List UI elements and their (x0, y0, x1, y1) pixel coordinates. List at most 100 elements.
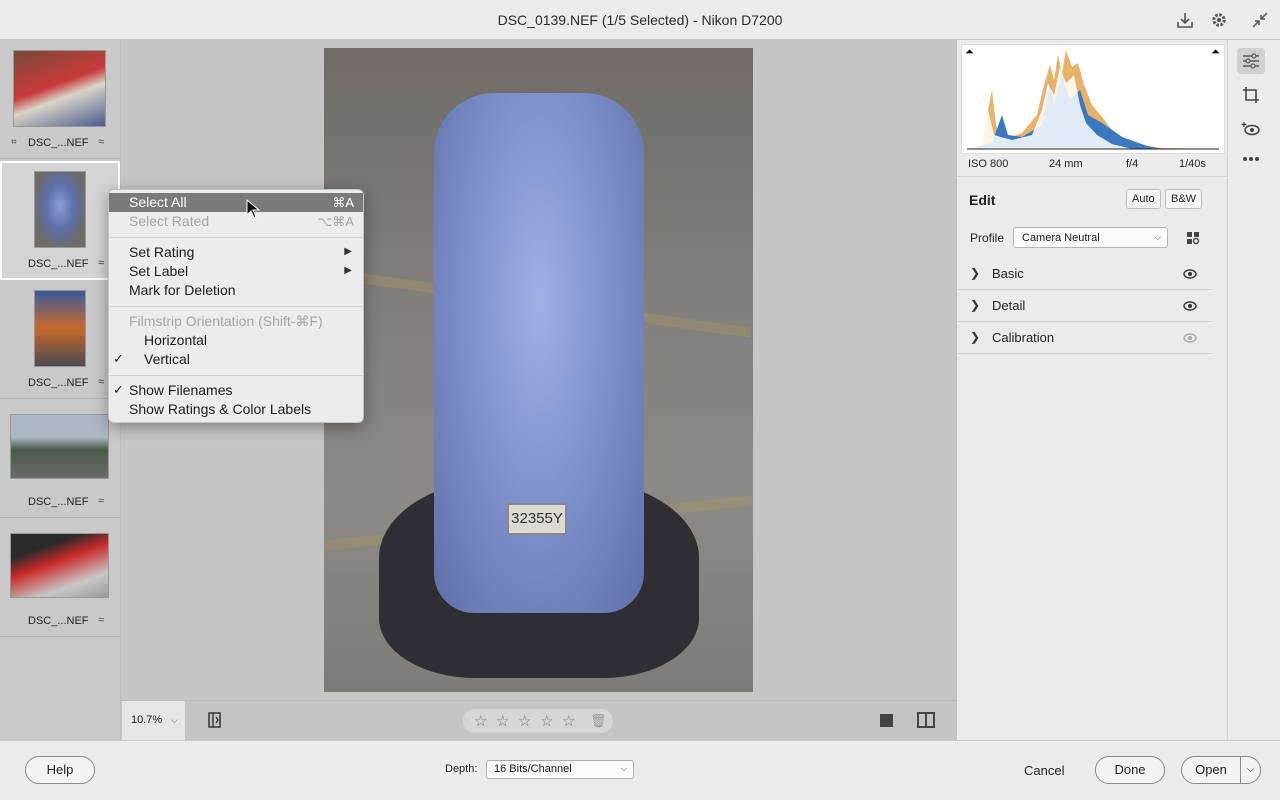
profile-select[interactable]: Camera Neutral ⌵ (1013, 227, 1168, 248)
adjustments-icon: ≈ (98, 257, 105, 269)
menu-separator (109, 237, 363, 238)
star-icon[interactable]: ☆ (496, 712, 509, 730)
profile-label: Profile (970, 231, 1005, 245)
menu-item-show-ratings[interactable]: Show Ratings & Color Labels (109, 400, 363, 419)
filmstrip-item[interactable]: DSC_...NEF ≈ (0, 161, 120, 280)
thumbnail-image (10, 533, 109, 598)
auto-button[interactable]: Auto (1126, 189, 1161, 209)
star-icon[interactable]: ☆ (474, 712, 487, 730)
chevron-right-icon: ❯ (970, 266, 981, 280)
eye-icon[interactable] (1183, 267, 1197, 281)
histogram: ⏶ ⏶ (961, 44, 1225, 154)
menu-item-set-rating[interactable]: Set Rating ▶ (109, 243, 363, 262)
help-button[interactable]: Help (25, 756, 95, 784)
menu-item-mark-deletion[interactable]: Mark for Deletion (109, 281, 363, 300)
preview-image: 32355Y (324, 48, 753, 692)
adjustments-icon: ≈ (98, 376, 105, 388)
edit-section-title: Edit (969, 192, 996, 208)
bw-button[interactable]: B&W (1165, 189, 1203, 209)
single-view-icon[interactable] (880, 714, 893, 727)
menu-item-label: Horizontal (144, 332, 208, 348)
filmstrip-item[interactable]: ⌗ DSC_...NEF ≈ (0, 40, 120, 159)
section-label: Detail (992, 298, 1026, 313)
zoom-select[interactable]: 10.7% ⌵ (122, 701, 185, 740)
thumbnail-filename: DSC_...NEF (28, 496, 89, 508)
title-bar: DSC_0139.NEF (1/5 Selected) - Nikon D720… (0, 0, 1280, 40)
star-icon[interactable]: ☆ (540, 712, 553, 730)
thumbnail-image (13, 50, 106, 127)
menu-item-select-rated: Select Rated ⌥⌘A (109, 212, 363, 231)
open-button[interactable]: Open (1181, 756, 1241, 784)
open-options-chevron-icon[interactable]: ⌵ (1240, 756, 1261, 784)
thumbnail-filename: DSC_...NEF (28, 258, 89, 270)
rating-control: ☆ ☆ ☆ ☆ ☆ 🗑 (463, 709, 613, 733)
exit-fullscreen-icon[interactable] (1249, 9, 1271, 31)
filmstrip-item[interactable]: DSC_...NEF ≈ (0, 280, 120, 399)
footer-bar: Help Depth: 16 Bits/Channel ⌵ Cancel Don… (0, 740, 1280, 800)
gear-icon[interactable] (1208, 9, 1230, 31)
section-calibration[interactable]: ❯ Calibration (957, 322, 1212, 354)
chevron-down-icon: ⌵ (620, 764, 627, 773)
thumbnail-filename: DSC_...NEF (28, 615, 89, 627)
star-icon[interactable]: ☆ (518, 712, 531, 730)
chevron-right-icon: ❯ (970, 330, 981, 344)
thumbnail-image (34, 171, 86, 248)
filmstrip-context-menu: Select All ⌘A Select Rated ⌥⌘A Set Ratin… (108, 189, 364, 423)
thumbnail-filename: DSC_...NEF (28, 377, 89, 389)
filmstrip-item[interactable]: DSC_...NEF ≈ (0, 518, 120, 637)
compare-view-icon[interactable] (917, 712, 935, 728)
filmstrip-item[interactable]: DSC_...NEF ≈ (0, 399, 120, 518)
filmstrip: ⌗ DSC_...NEF ≈ DSC_...NEF ≈ DSC_...NEF ≈… (0, 40, 121, 740)
section-basic[interactable]: ❯ Basic (957, 258, 1212, 290)
star-icon[interactable]: ☆ (562, 712, 575, 730)
shadow-clipping-icon[interactable]: ⏶ (965, 46, 974, 59)
trash-icon[interactable]: 🗑 (590, 713, 607, 729)
thumbnail-image (10, 414, 109, 479)
eye-icon[interactable] (1183, 331, 1197, 345)
menu-item-label: Show Filenames (129, 382, 233, 398)
done-button[interactable]: Done (1095, 756, 1165, 784)
depth-label: Depth: (445, 763, 478, 775)
depth-value: 16 Bits/Channel (494, 763, 572, 775)
menu-separator (109, 306, 363, 307)
crop-rotate-icon[interactable] (1237, 82, 1265, 108)
more-options-icon[interactable] (1237, 146, 1265, 172)
iso-value: ISO 800 (968, 158, 1009, 170)
chevron-right-icon: ❯ (970, 298, 981, 312)
adjustments-icon: ≈ (98, 495, 105, 507)
divider (957, 176, 1228, 177)
red-eye-icon[interactable] (1237, 116, 1265, 142)
menu-item-show-filenames[interactable]: ✓ Show Filenames (109, 381, 363, 400)
menu-item-set-label[interactable]: Set Label ▶ (109, 262, 363, 281)
edit-sliders-icon[interactable] (1237, 48, 1265, 74)
menu-item-horizontal[interactable]: Horizontal (109, 331, 363, 350)
cancel-button[interactable]: Cancel (1024, 763, 1064, 778)
license-plate: 32355Y (507, 503, 567, 535)
depth-select[interactable]: 16 Bits/Channel ⌵ (486, 760, 634, 779)
menu-item-label: Show Ratings & Color Labels (129, 401, 312, 417)
submenu-arrow-icon: ▶ (344, 265, 352, 276)
crop-icon: ⌗ (11, 137, 17, 148)
menu-item-vertical[interactable]: ✓ Vertical (109, 350, 363, 369)
adjustments-icon: ≈ (98, 614, 105, 626)
filmstrip-toggle-icon[interactable] (207, 711, 225, 729)
save-image-icon[interactable] (1174, 9, 1196, 31)
menu-separator (109, 375, 363, 376)
menu-header-orientation: Filmstrip Orientation (Shift-⌘F) (109, 312, 363, 331)
menu-item-label: Select All (129, 194, 187, 210)
menu-item-label: Set Rating (129, 244, 195, 260)
checkmark-icon: ✓ (113, 382, 124, 397)
profile-browser-icon[interactable] (1186, 231, 1200, 245)
menu-item-select-all[interactable]: Select All ⌘A (109, 193, 363, 212)
section-detail[interactable]: ❯ Detail (957, 290, 1212, 322)
highlight-clipping-icon[interactable]: ⏶ (1211, 46, 1220, 59)
section-label: Basic (992, 266, 1024, 281)
motorcycle (434, 93, 644, 613)
eye-icon[interactable] (1183, 299, 1197, 313)
adjustments-icon: ≈ (98, 136, 105, 148)
canvas-toolbar: 10.7% ⌵ ☆ ☆ ☆ ☆ ☆ 🗑 (121, 700, 956, 740)
menu-item-label: Vertical (144, 351, 190, 367)
chevron-down-icon: ⌵ (1154, 232, 1161, 242)
submenu-arrow-icon: ▶ (344, 246, 352, 257)
profile-value: Camera Neutral (1022, 232, 1100, 244)
